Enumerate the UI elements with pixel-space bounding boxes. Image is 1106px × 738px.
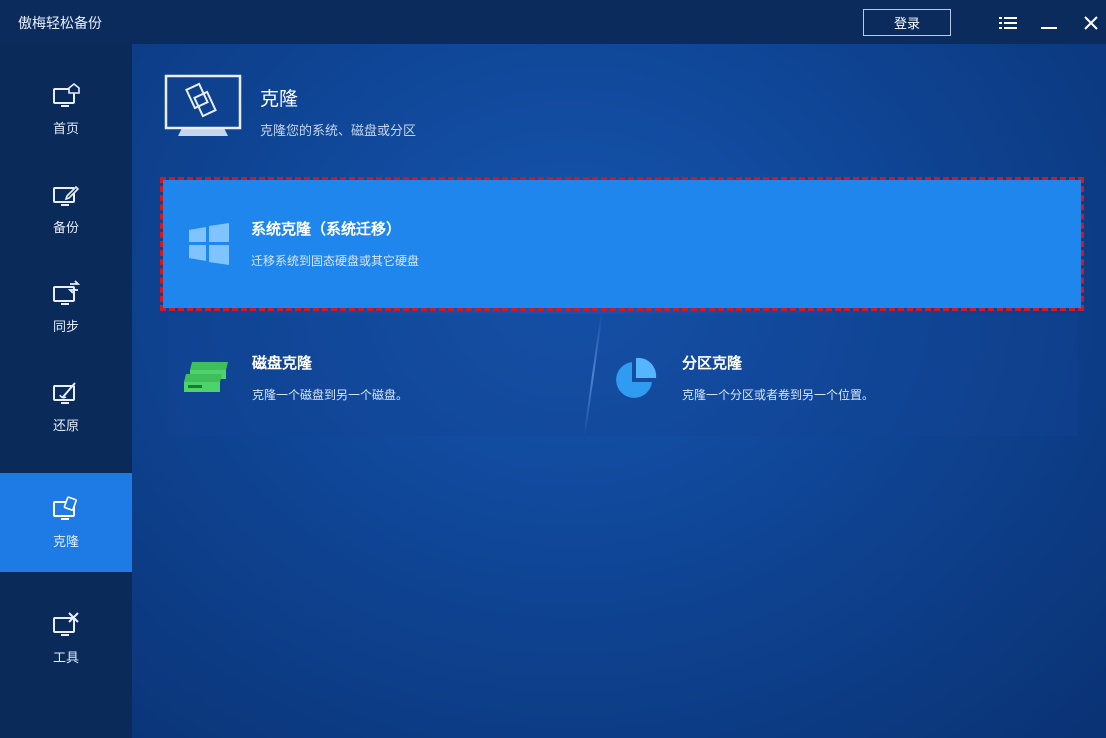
system-clone-title: 系统克隆（系统迁移） bbox=[251, 220, 402, 238]
menu-icon[interactable] bbox=[995, 10, 1021, 36]
pie-partition-icon bbox=[616, 357, 657, 398]
page-subtitle: 克隆您的系统、磁盘或分区 bbox=[260, 124, 417, 139]
minimize-icon[interactable] bbox=[1036, 10, 1062, 36]
disk-clone-card[interactable]: 磁盘克隆 克隆一个磁盘到另一个磁盘。 bbox=[168, 314, 588, 436]
restore-monitor-icon bbox=[53, 382, 76, 404]
sidebar-item-restore[interactable]: 还原 bbox=[0, 357, 132, 456]
sidebar-item-label: 克隆 bbox=[52, 535, 79, 550]
home-monitor-icon bbox=[53, 82, 80, 107]
page-title: 克隆 bbox=[260, 88, 299, 110]
disk-clone-title: 磁盘克隆 bbox=[252, 354, 313, 372]
sidebar-item-label: 首页 bbox=[52, 122, 79, 137]
sidebar-item-label: 工具 bbox=[52, 651, 79, 666]
partition-clone-card[interactable]: 分区克隆 克隆一个分区或者卷到另一个位置。 bbox=[598, 314, 1078, 436]
backup-monitor-icon bbox=[53, 185, 80, 206]
sidebar-item-home[interactable]: 首页 bbox=[0, 60, 132, 159]
partition-clone-description: 克隆一个分区或者卷到另一个位置。 bbox=[682, 388, 875, 402]
clone-options-panel: 磁盘克隆 克隆一个磁盘到另一个磁盘。 分区克隆 克隆一个分区或者卷到另一个位置。 bbox=[168, 314, 1078, 436]
system-clone-card[interactable]: 系统克隆（系统迁移） 迁移系统到固态硬盘或其它硬盘 bbox=[160, 177, 1084, 311]
sidebar-item-label: 还原 bbox=[52, 419, 79, 434]
sidebar: 首页 备份 同步 还原 克隆 工具 bbox=[0, 44, 132, 738]
sidebar-item-tools[interactable]: 工具 bbox=[0, 589, 132, 688]
sync-monitor-icon bbox=[53, 280, 81, 305]
clone-monitor-icon bbox=[53, 496, 77, 520]
clone-header-icon bbox=[164, 74, 242, 136]
sidebar-item-label: 同步 bbox=[52, 320, 79, 335]
disk-icon bbox=[184, 362, 228, 392]
tools-monitor-icon bbox=[53, 612, 79, 636]
sidebar-item-backup[interactable]: 备份 bbox=[0, 159, 132, 258]
login-button[interactable]: 登录 bbox=[863, 9, 951, 36]
windows-logo-icon bbox=[189, 223, 229, 265]
sidebar-item-label: 备份 bbox=[52, 221, 79, 236]
system-clone-description: 迁移系统到固态硬盘或其它硬盘 bbox=[251, 254, 420, 268]
title-bar: 傲梅轻松备份 登录 bbox=[0, 0, 1106, 44]
sidebar-item-clone[interactable]: 克隆 bbox=[0, 473, 132, 572]
disk-clone-description: 克隆一个磁盘到另一个磁盘。 bbox=[252, 388, 409, 402]
partition-clone-title: 分区克隆 bbox=[682, 354, 743, 372]
close-icon[interactable] bbox=[1078, 10, 1104, 36]
app-title: 傲梅轻松备份 bbox=[18, 16, 102, 32]
sidebar-item-sync[interactable]: 同步 bbox=[0, 258, 132, 357]
main-panel: 克隆 克隆您的系统、磁盘或分区 系统克隆（系统迁移） 迁移系统到固态硬盘或其它硬… bbox=[132, 44, 1106, 738]
